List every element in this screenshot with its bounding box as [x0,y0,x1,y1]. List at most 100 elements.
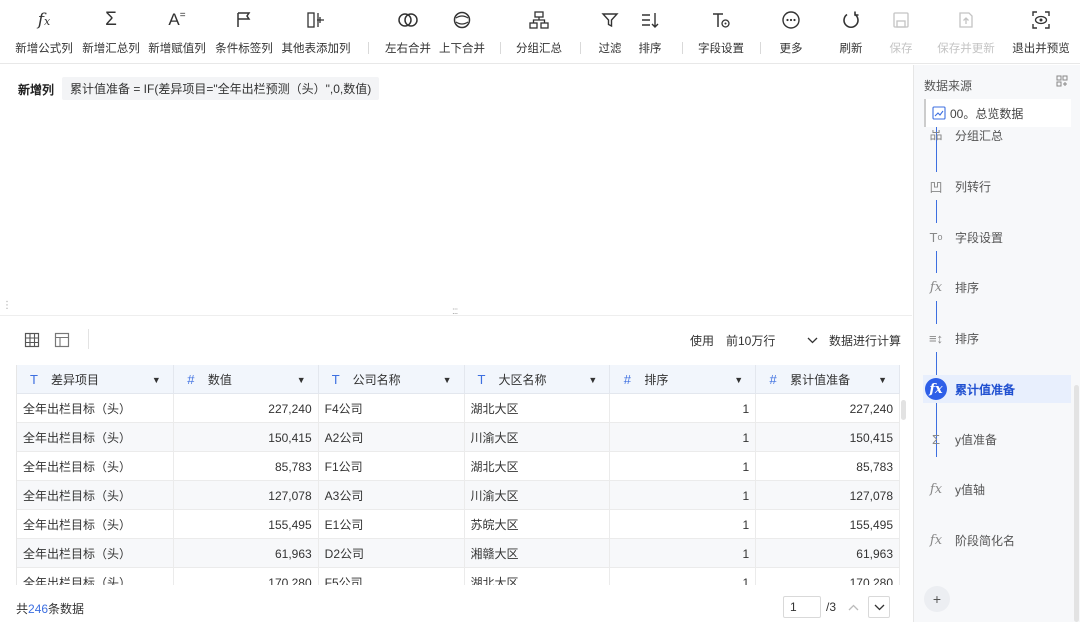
other-table-add-column-button[interactable]: 其他表添加列 [280,8,352,56]
table-row[interactable]: 全年出栏目标（头） 61,963 D2公司 湘赣大区 1 61,963 [17,539,900,568]
table-cell[interactable]: 61,963 [174,539,319,568]
step-stage-short-name[interactable]: fx 阶段简化名 [923,526,1071,554]
table-cell[interactable]: F5公司 [319,568,465,585]
column-header-order[interactable]: # 排序 ▼ [610,365,757,394]
table-row[interactable]: 全年出栏目标（头） 150,415 A2公司 川渝大区 1 150,415 [17,423,900,452]
step-group-summary[interactable]: 品分组汇总 [923,130,1071,144]
table-cell[interactable]: 170,280 [174,568,319,585]
table-cell[interactable]: 全年出栏目标（头） [17,394,174,423]
table-cell[interactable]: 1 [610,394,757,423]
table-row[interactable]: 全年出栏目标（头） 85,783 F1公司 湖北大区 1 85,783 [17,452,900,481]
more-button[interactable]: 更多 [774,8,808,56]
table-cell[interactable]: 127,078 [174,481,319,510]
table-cell[interactable]: 155,495 [174,510,319,539]
table-cell[interactable]: A2公司 [319,423,465,452]
steps-scrollbar[interactable] [1074,385,1079,622]
table-cell[interactable]: 1 [610,481,757,510]
filter-button[interactable]: 过滤 [594,8,626,56]
table-scrollbar[interactable] [901,400,906,420]
add-assign-column-button[interactable]: A= 新增赋值列 [147,8,207,56]
caret-down-icon[interactable]: ▼ [443,375,452,385]
caret-down-icon[interactable]: ▼ [152,375,161,385]
add-summary-column-button[interactable]: Σ 新增汇总列 [82,8,140,56]
field-settings-button[interactable]: 字段设置 [694,8,748,56]
condition-tag-column-button[interactable]: 条件标签列 [214,8,274,56]
table-cell[interactable]: 227,240 [174,394,319,423]
step-y-value-axis[interactable]: fx y值轴 [923,475,1071,503]
table-cell[interactable]: 全年出栏目标（头） [17,510,174,539]
step-cumulative-prep[interactable]: fx 累计值准备 [923,375,1071,403]
add-step-button[interactable]: + [924,586,950,612]
data-source-item[interactable]: 00。总览数据 [924,99,1071,127]
table-cell[interactable]: 61,963 [756,539,900,568]
group-summary-button[interactable]: 分组汇总 [512,8,566,56]
table-cell[interactable]: 85,783 [174,452,319,481]
table-cell[interactable]: 155,495 [756,510,900,539]
column-header-diff-item[interactable]: T 差异项目 ▼ [17,365,174,394]
table-row[interactable]: 全年出栏目标（头） 227,240 F4公司 湖北大区 1 227,240 [17,394,900,423]
step-y-value-prep[interactable]: Σy值准备 [923,425,1071,453]
table-cell[interactable]: 全年出栏目标（头） [17,423,174,452]
table-cell[interactable]: F4公司 [319,394,465,423]
caret-down-icon[interactable]: ▼ [878,375,887,385]
formula-expression[interactable]: 累计值准备 = IF(差异项目="全年出栏预测（头）",0,数值) [62,77,380,100]
add-formula-column-button[interactable]: fx 新增公式列 [15,8,73,56]
table-cell[interactable]: 湖北大区 [465,452,611,481]
table-cell[interactable]: 湖北大区 [465,568,611,585]
column-header-cumulative[interactable]: # 累计值准备 ▼ [756,365,900,394]
table-cell[interactable]: 川渝大区 [465,423,611,452]
table-cell[interactable]: 1 [610,510,757,539]
table-cell[interactable]: 全年出栏目标（头） [17,452,174,481]
table-cell[interactable]: 85,783 [756,452,900,481]
table-cell[interactable]: 227,240 [756,394,900,423]
previous-page-button[interactable] [842,596,864,618]
column-header-region[interactable]: T 大区名称 ▼ [465,365,611,394]
merge-left-right-button[interactable]: 左右合并 [382,8,434,56]
table-cell[interactable]: 127,078 [756,481,900,510]
formula-editor[interactable]: 新增列 累计值准备 = IF(差异项目="全年出栏预测（头）",0,数值) [0,65,912,315]
column-header-value[interactable]: # 数值 ▼ [174,365,319,394]
caret-down-icon[interactable]: ▼ [588,375,597,385]
grid-view-button[interactable] [22,330,42,350]
table-cell[interactable]: 湖北大区 [465,394,611,423]
table-cell[interactable]: 1 [610,452,757,481]
column-header-company[interactable]: T 公司名称 ▼ [319,365,465,394]
table-cell[interactable]: 苏皖大区 [465,510,611,539]
merge-up-down-button[interactable]: 上下合并 [436,8,488,56]
caret-down-icon[interactable]: ▼ [297,375,306,385]
row-limit-select[interactable]: 前10万行 [722,328,822,352]
table-cell[interactable]: 150,415 [756,423,900,452]
step-sort-formula[interactable]: fx 排序 [923,273,1071,301]
caret-down-icon[interactable]: ▼ [734,375,743,385]
step-field-settings[interactable]: To 字段设置 [923,223,1071,251]
table-cell[interactable]: 1 [610,568,757,585]
table-cell[interactable]: F1公司 [319,452,465,481]
next-page-button[interactable] [868,596,890,618]
table-row[interactable]: 全年出栏目标（头） 127,078 A3公司 川渝大区 1 127,078 [17,481,900,510]
exit-and-preview-button[interactable]: 退出并预览 [1010,8,1072,56]
table-cell[interactable]: D2公司 [319,539,465,568]
table-cell[interactable]: 川渝大区 [465,481,611,510]
table-cell[interactable]: 全年出栏目标（头） [17,481,174,510]
layout-view-button[interactable] [52,330,72,350]
table-cell[interactable]: 1 [610,423,757,452]
table-row[interactable]: 全年出栏目标（头） 155,495 E1公司 苏皖大区 1 155,495 [17,510,900,539]
page-number-input[interactable] [783,596,821,618]
table-cell[interactable]: 1 [610,539,757,568]
table-cell[interactable]: E1公司 [319,510,465,539]
save-button[interactable]: 保存 [886,8,916,56]
step-col-to-row[interactable]: 凹列转行 [923,172,1071,200]
resize-handle-vertical[interactable]: ⋮ [2,300,12,311]
table-cell[interactable]: A3公司 [319,481,465,510]
table-cell[interactable]: 湘赣大区 [465,539,611,568]
refresh-button[interactable]: 刷新 [834,8,868,56]
table-cell[interactable]: 全年出栏目标（头） [17,568,174,585]
panel-expand-icon[interactable] [1056,75,1068,90]
table-cell[interactable]: 170,280 [756,568,900,585]
table-row[interactable]: 全年出栏目标（头） 170,280 F5公司 湖北大区 1 170,280 [17,568,900,585]
save-and-update-button[interactable]: 保存并更新 [934,8,998,56]
step-sort[interactable]: ≡↕ 排序 [923,324,1071,352]
table-cell[interactable]: 全年出栏目标（头） [17,539,174,568]
table-cell[interactable]: 150,415 [174,423,319,452]
sort-button[interactable]: 排序 [632,8,668,56]
